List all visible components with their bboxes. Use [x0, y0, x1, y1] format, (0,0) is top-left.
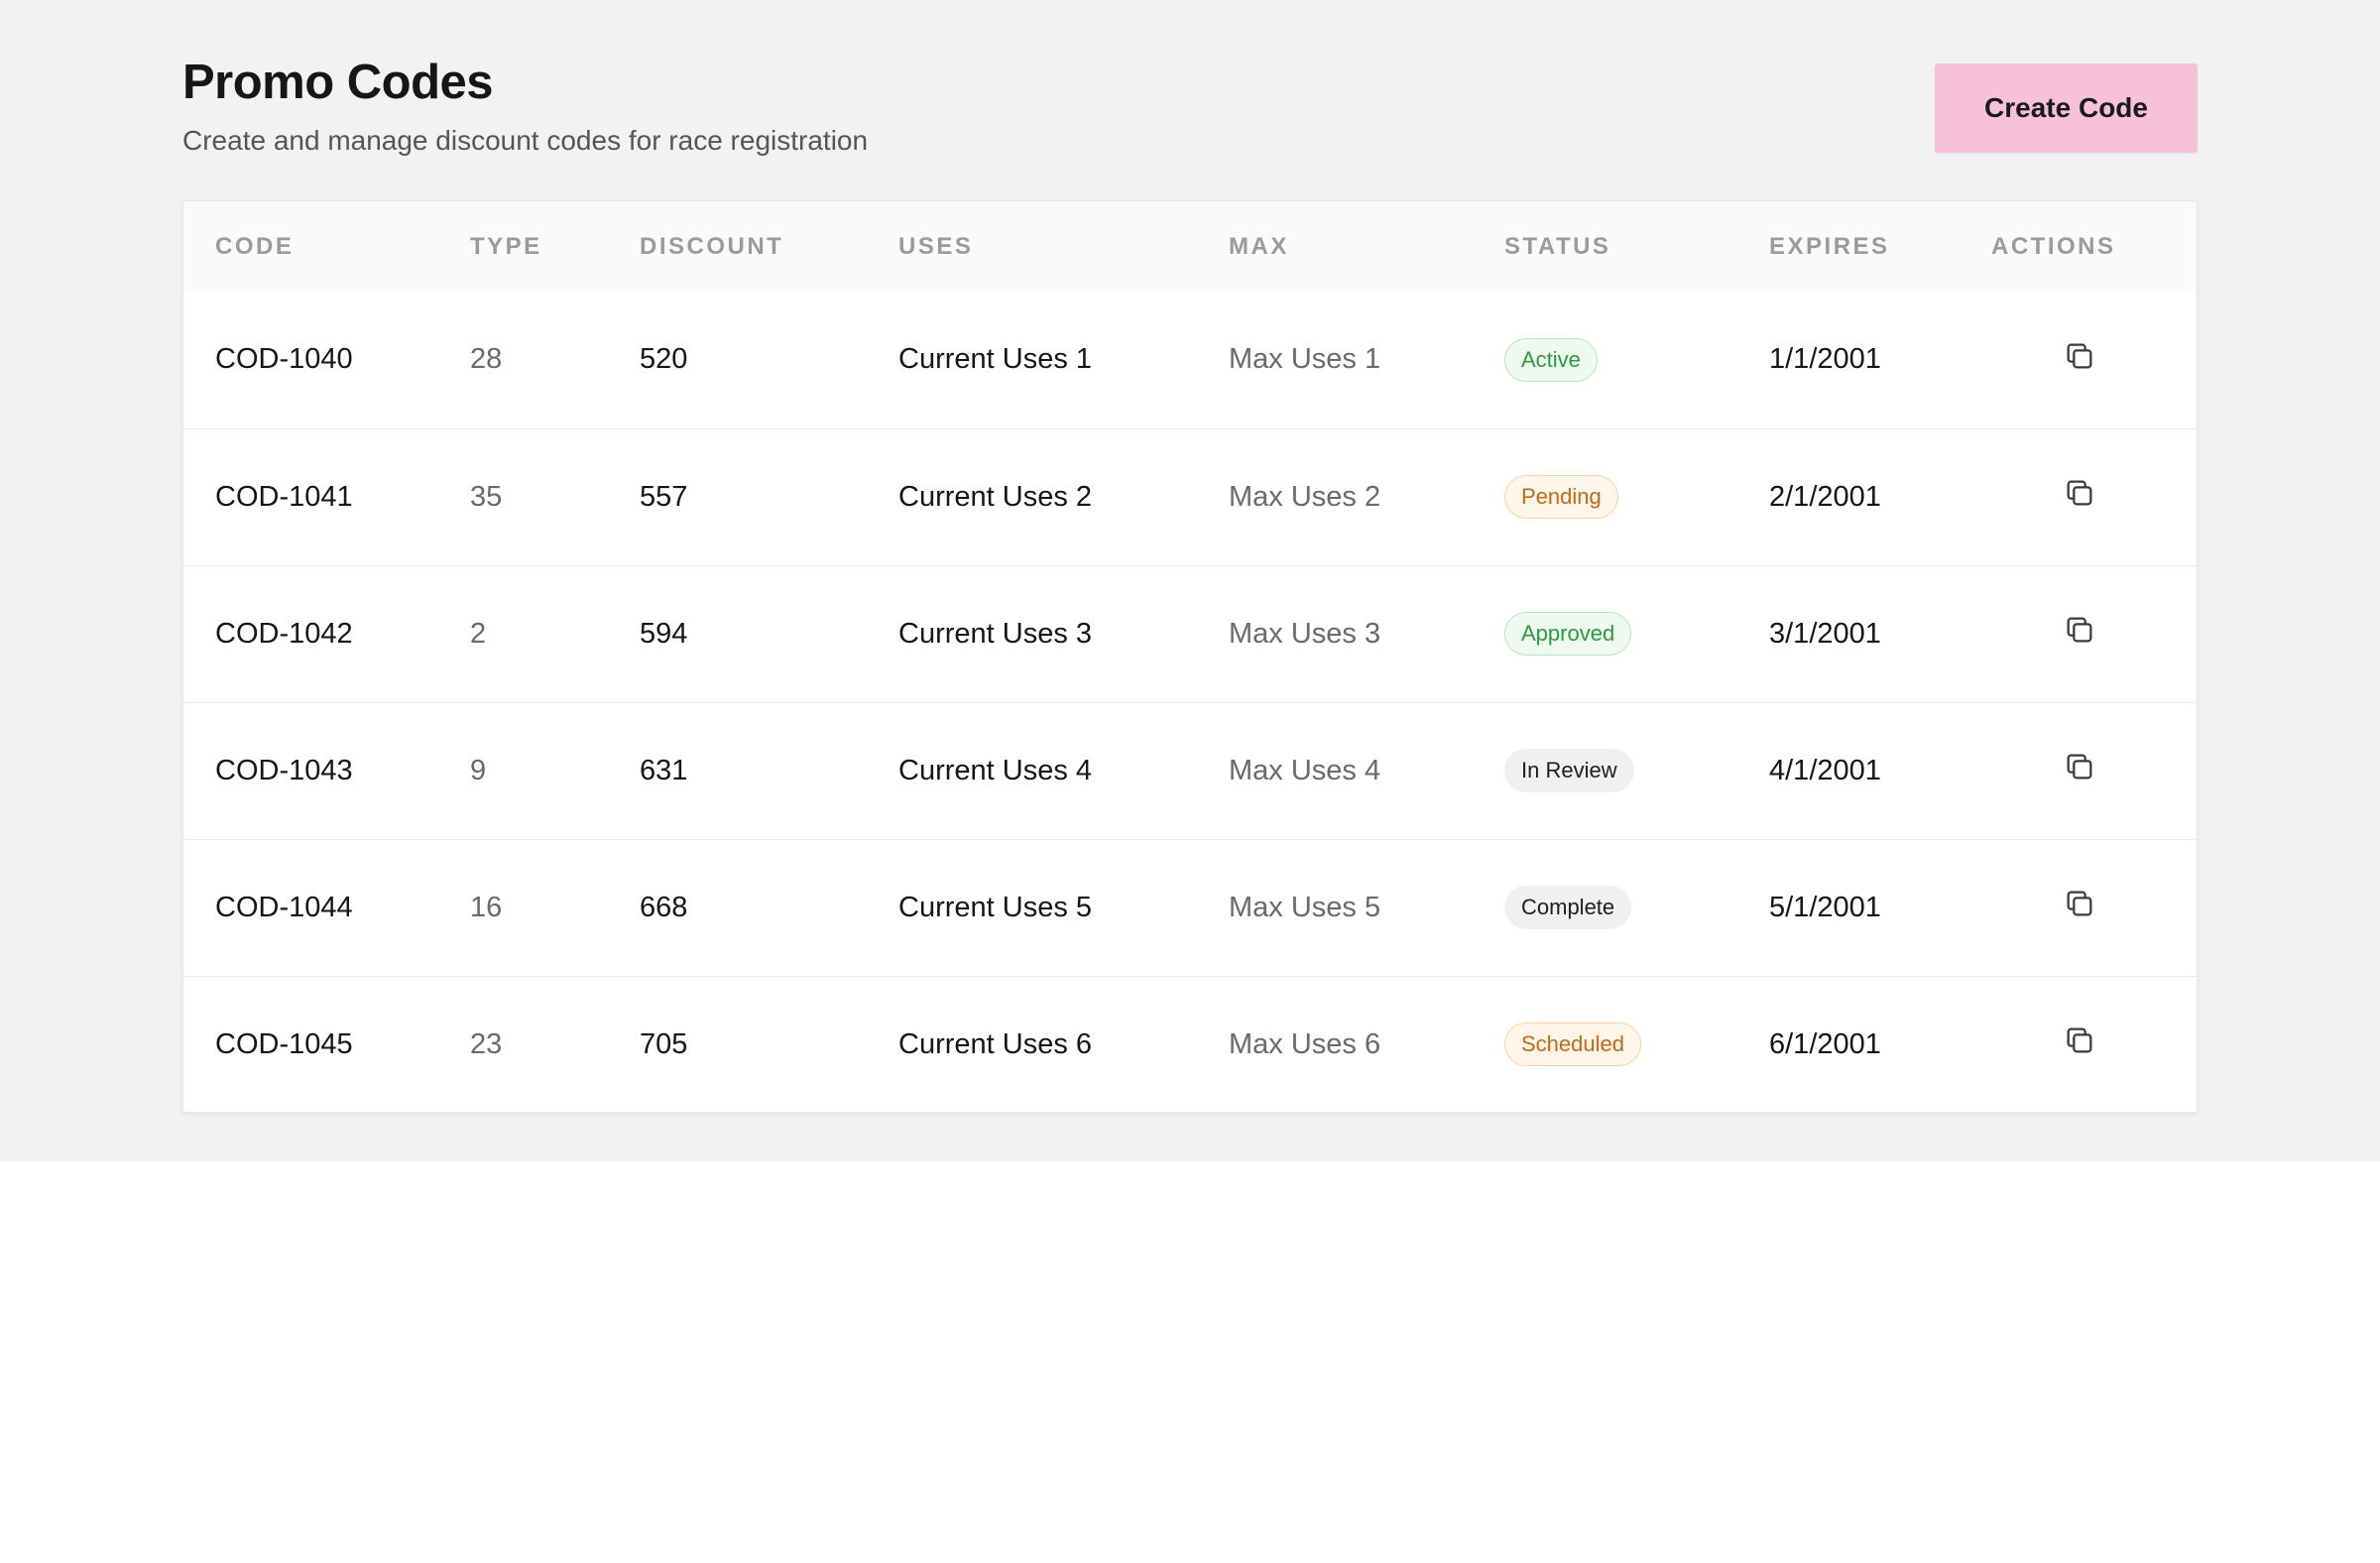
table-body: COD-1040 28 520 Current Uses 1 Max Uses …	[183, 292, 2197, 1112]
table-row[interactable]: COD-1042 2 594 Current Uses 3 Max Uses 3…	[183, 565, 2197, 702]
status-badge: Pending	[1504, 475, 1618, 519]
actions-cell	[1960, 702, 2197, 839]
copy-icon[interactable]	[2063, 476, 2096, 510]
status-cell: Pending	[1473, 428, 1737, 565]
code-cell: COD-1040	[215, 343, 353, 376]
page-subtitle: Create and manage discount codes for rac…	[182, 125, 869, 156]
max-cell: Max Uses 4	[1229, 754, 1381, 786]
expires-cell: 2/1/2001	[1769, 480, 1881, 513]
code-cell: COD-1045	[215, 1027, 353, 1060]
page-background: Promo Codes Create and manage discount c…	[0, 0, 2380, 1161]
table-header-row: CODE TYPE DISCOUNT USES MAX STATUS EXPIR…	[183, 201, 2197, 292]
table-row[interactable]: COD-1040 28 520 Current Uses 1 Max Uses …	[183, 292, 2197, 428]
uses-cell: Current Uses 6	[898, 1027, 1093, 1060]
page-title: Promo Codes	[182, 56, 494, 109]
create-code-button[interactable]: Create Code	[1935, 63, 2198, 153]
column-header-code[interactable]: CODE	[183, 201, 438, 292]
type-cell: 9	[470, 754, 487, 786]
max-cell: Max Uses 6	[1229, 1027, 1381, 1060]
max-cell: Max Uses 3	[1229, 617, 1381, 650]
column-header-discount[interactable]: DISCOUNT	[608, 201, 867, 292]
uses-cell: Current Uses 1	[898, 343, 1093, 376]
expires-cell: 4/1/2001	[1769, 754, 1881, 786]
actions-cell	[1960, 839, 2197, 976]
status-badge: Scheduled	[1504, 1022, 1641, 1067]
expires-cell: 3/1/2001	[1769, 617, 1881, 650]
status-cell: Approved	[1473, 565, 1737, 702]
discount-cell: 668	[640, 891, 688, 923]
discount-cell: 705	[640, 1027, 688, 1060]
table-row[interactable]: COD-1043 9 631 Current Uses 4 Max Uses 4…	[183, 702, 2197, 839]
status-cell: Scheduled	[1473, 976, 1737, 1112]
status-badge: Approved	[1504, 612, 1632, 656]
column-header-actions: ACTIONS	[1991, 232, 2116, 260]
promo-codes-table-card: CODE TYPE DISCOUNT USES MAX STATUS EXPIR…	[182, 200, 2198, 1113]
actions-cell	[1960, 292, 2197, 428]
actions-cell	[1960, 565, 2197, 702]
column-header-expires[interactable]: EXPIRES	[1737, 201, 1960, 292]
type-cell: 16	[470, 891, 503, 923]
type-cell: 23	[470, 1027, 503, 1060]
code-cell: COD-1041	[215, 480, 353, 513]
expires-cell: 1/1/2001	[1769, 343, 1881, 376]
column-header-type[interactable]: TYPE	[438, 201, 608, 292]
table-row[interactable]: COD-1044 16 668 Current Uses 5 Max Uses …	[183, 839, 2197, 976]
max-cell: Max Uses 5	[1229, 891, 1381, 923]
max-cell: Max Uses 1	[1229, 343, 1381, 376]
status-badge: In Review	[1504, 749, 1634, 792]
uses-cell: Current Uses 2	[898, 480, 1093, 513]
expires-cell: 5/1/2001	[1769, 891, 1881, 923]
status-cell: Complete	[1473, 839, 1737, 976]
copy-icon[interactable]	[2063, 1023, 2096, 1057]
table-row[interactable]: COD-1041 35 557 Current Uses 2 Max Uses …	[183, 428, 2197, 565]
type-cell: 28	[470, 343, 503, 376]
actions-cell	[1960, 976, 2197, 1112]
discount-cell: 520	[640, 343, 688, 376]
expires-cell: 6/1/2001	[1769, 1027, 1881, 1060]
discount-cell: 594	[640, 617, 688, 650]
copy-icon[interactable]	[2063, 750, 2096, 783]
discount-cell: 631	[640, 754, 688, 786]
max-cell: Max Uses 2	[1229, 480, 1381, 513]
type-cell: 35	[470, 480, 503, 513]
discount-cell: 557	[640, 480, 688, 513]
uses-cell: Current Uses 4	[898, 754, 1093, 786]
status-cell: Active	[1473, 292, 1737, 428]
column-header-uses[interactable]: USES	[867, 201, 1197, 292]
status-badge: Active	[1504, 337, 1598, 382]
table-row[interactable]: COD-1045 23 705 Current Uses 6 Max Uses …	[183, 976, 2197, 1112]
status-badge: Complete	[1504, 886, 1632, 929]
promo-codes-table: CODE TYPE DISCOUNT USES MAX STATUS EXPIR…	[183, 201, 2197, 1112]
copy-icon[interactable]	[2063, 887, 2096, 920]
column-header-status[interactable]: STATUS	[1473, 201, 1737, 292]
code-cell: COD-1043	[215, 754, 353, 786]
copy-icon[interactable]	[2063, 339, 2096, 373]
page-header: Promo Codes Create and manage discount c…	[182, 52, 2198, 161]
column-header-max[interactable]: MAX	[1197, 201, 1473, 292]
uses-cell: Current Uses 3	[898, 617, 1093, 650]
code-cell: COD-1044	[215, 891, 353, 923]
copy-icon[interactable]	[2063, 613, 2096, 647]
code-cell: COD-1042	[215, 617, 353, 650]
type-cell: 2	[470, 617, 487, 650]
status-cell: In Review	[1473, 702, 1737, 839]
uses-cell: Current Uses 5	[898, 891, 1093, 923]
actions-cell	[1960, 428, 2197, 565]
